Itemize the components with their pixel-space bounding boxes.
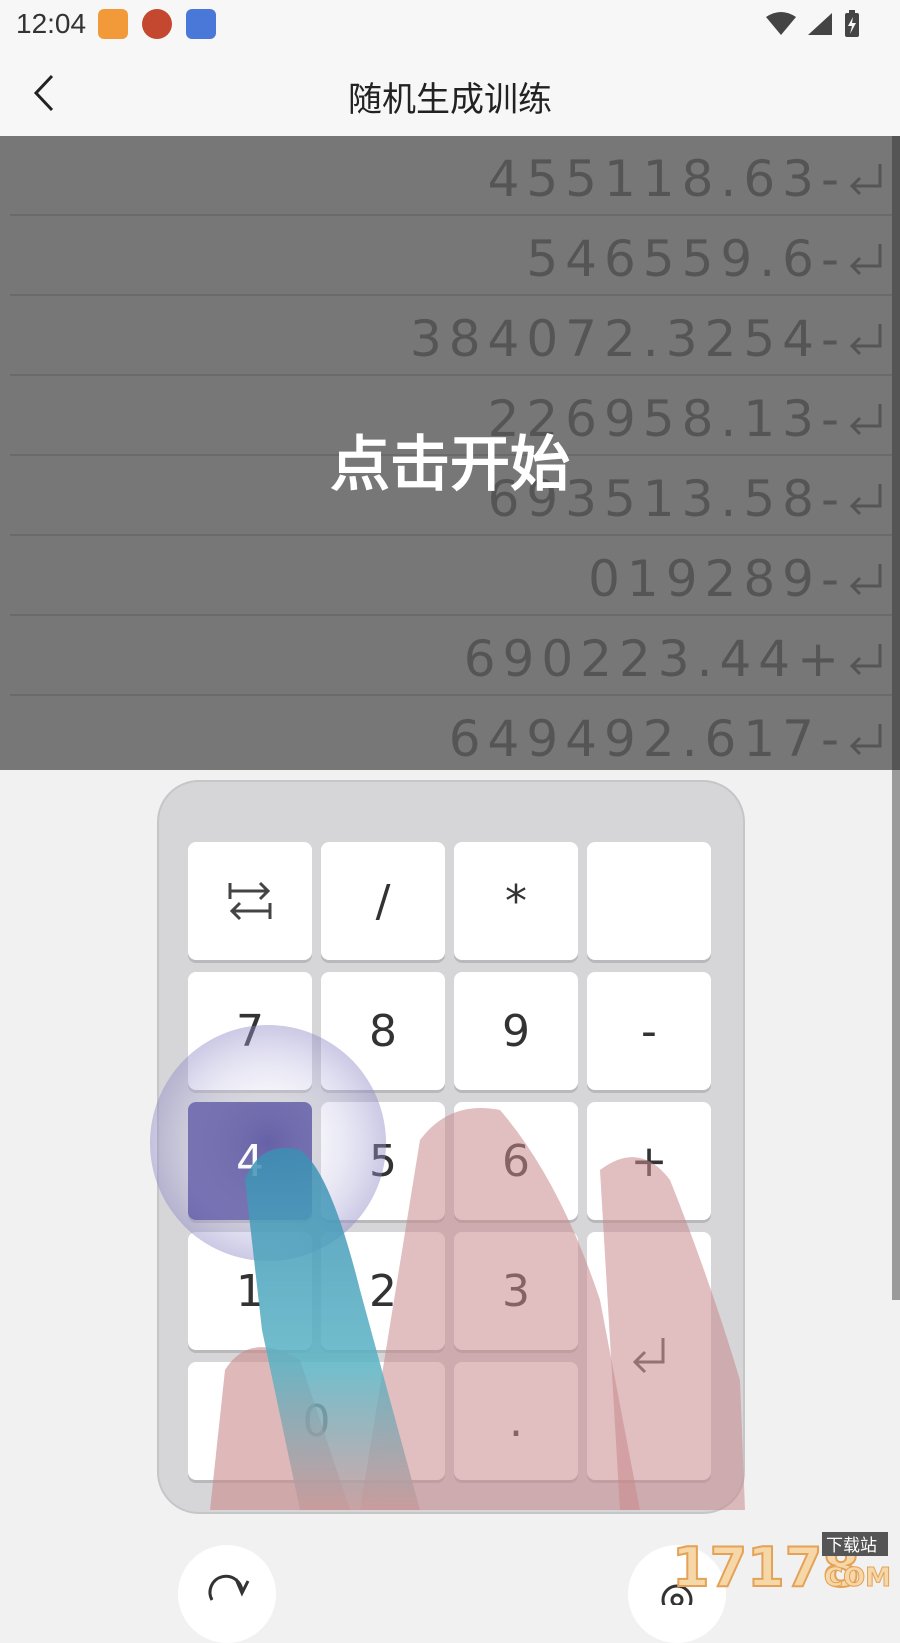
enter-key[interactable] <box>587 1232 711 1480</box>
enter-icon <box>846 558 886 598</box>
record-row: 546559.6- <box>10 216 892 296</box>
record-row: 019289- <box>10 536 892 616</box>
app-header: 随机生成训练 <box>0 50 900 136</box>
record-value: 690223.44+ <box>464 630 846 688</box>
watermark-domain: COM <box>824 1563 891 1592</box>
key-2[interactable]: 2 <box>321 1232 445 1350</box>
record-value: 455118.63- <box>488 150 846 208</box>
watermark-sub: 下载站 <box>826 1536 877 1556</box>
key-decimal[interactable]: . <box>454 1362 578 1480</box>
enter-icon <box>846 318 886 358</box>
status-indicators <box>766 10 860 38</box>
notification-app-icon-1 <box>98 9 128 39</box>
refresh-button[interactable] <box>178 1545 276 1643</box>
site-watermark-logo: 17178 下载站 COM <box>672 1528 892 1592</box>
key-blank[interactable] <box>587 842 711 960</box>
key-1[interactable]: 1 <box>188 1232 312 1350</box>
return-icon <box>625 1332 673 1380</box>
swap-arrows-icon <box>224 877 276 925</box>
start-prompt[interactable]: 点击开始 <box>0 416 900 503</box>
enter-icon <box>846 238 886 278</box>
status-bar: 12:04 <box>0 0 900 50</box>
signal-icon <box>806 11 834 37</box>
key-9[interactable]: 9 <box>454 972 578 1090</box>
scrollbar-track[interactable] <box>892 136 900 770</box>
enter-icon <box>846 718 886 758</box>
enter-icon <box>846 158 886 198</box>
numeric-keypad: / * 7 8 9 - 4 5 6 + 1 2 3 0 . <box>157 780 745 1514</box>
record-row: 690223.44+ <box>10 616 892 696</box>
key-minus[interactable]: - <box>587 972 711 1090</box>
page-title: 随机生成训练 <box>0 72 900 121</box>
record-row: 384072.3254- <box>10 296 892 376</box>
status-time: 12:04 <box>16 8 86 40</box>
notification-app-icon-2 <box>142 9 172 39</box>
key-8[interactable]: 8 <box>321 972 445 1090</box>
key-5[interactable]: 5 <box>321 1102 445 1220</box>
record-value: 546559.6- <box>526 230 846 288</box>
enter-icon <box>846 638 886 678</box>
scrollbar-thumb[interactable] <box>892 770 900 1300</box>
key-multiply[interactable]: * <box>454 842 578 960</box>
battery-icon <box>844 10 860 38</box>
notification-app-icon-3 <box>186 9 216 39</box>
key-4[interactable]: 4 <box>188 1102 312 1220</box>
wifi-icon <box>766 11 796 37</box>
key-7[interactable]: 7 <box>188 972 312 1090</box>
record-value: 384072.3254- <box>410 310 846 368</box>
key-plus[interactable]: + <box>587 1102 711 1220</box>
record-row: 455118.63- <box>10 136 892 216</box>
record-value: 019289- <box>588 550 846 608</box>
practice-records-panel[interactable]: 455118.63- 546559.6- 384072.3254- 226958… <box>0 136 900 770</box>
record-value: 649492.617- <box>449 710 846 768</box>
swap-key[interactable] <box>188 842 312 960</box>
key-3[interactable]: 3 <box>454 1232 578 1350</box>
key-divide[interactable]: / <box>321 842 445 960</box>
key-6[interactable]: 6 <box>454 1102 578 1220</box>
key-0[interactable]: 0 <box>188 1362 445 1480</box>
refresh-icon <box>178 1545 276 1605</box>
record-row: 649492.617- <box>10 696 892 770</box>
